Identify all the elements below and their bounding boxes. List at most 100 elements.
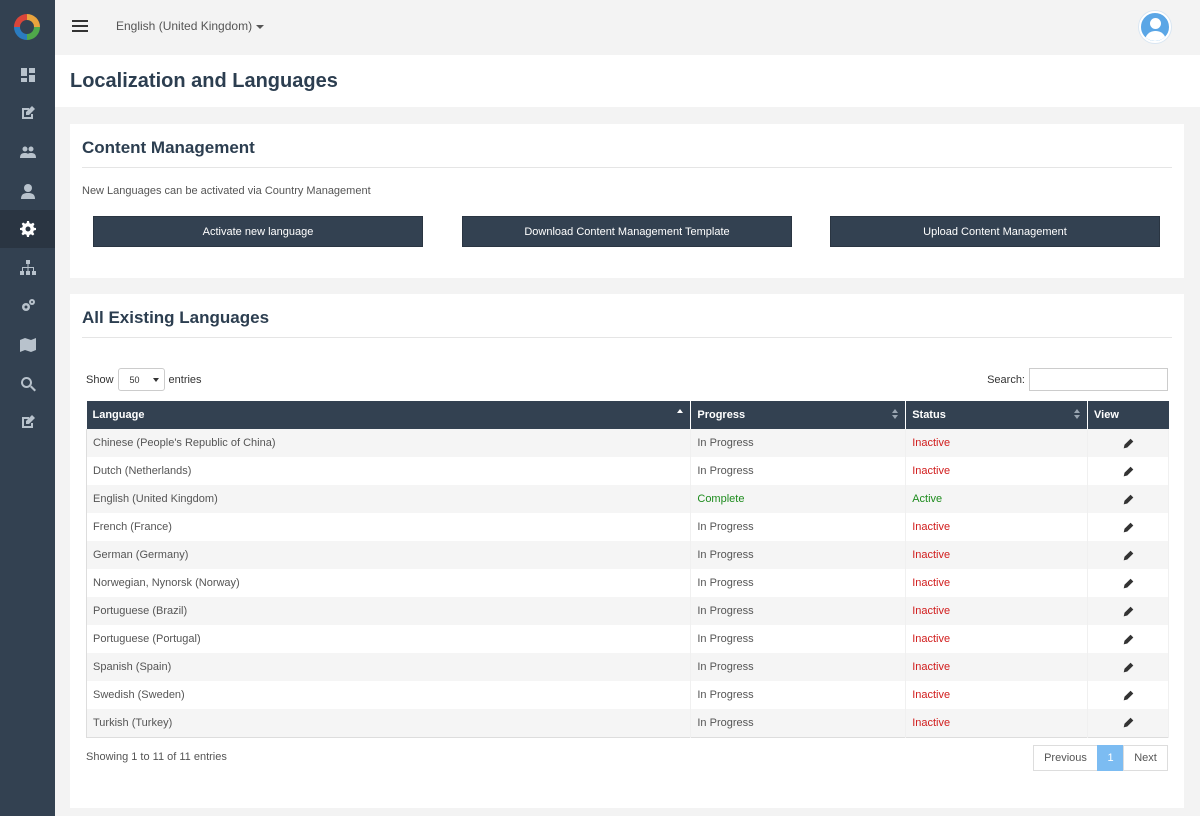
search-input[interactable] xyxy=(1029,368,1168,391)
sort-icon xyxy=(677,409,684,420)
cell-status: Inactive xyxy=(905,625,1089,653)
table-row: Chinese (People's Republic of China) In P… xyxy=(86,429,1169,457)
cell-language: German (Germany) xyxy=(86,541,692,569)
table-row: Portuguese (Brazil) In Progress Inactive xyxy=(86,597,1169,625)
pencil-icon[interactable] xyxy=(1123,550,1134,561)
language-selector[interactable]: English (United Kingdom) xyxy=(116,19,265,33)
info-text: New Languages can be activated via Count… xyxy=(82,185,371,197)
column-header-progress[interactable]: Progress xyxy=(690,401,907,429)
language-selector-label: English (United Kingdom) xyxy=(116,19,253,33)
pencil-icon[interactable] xyxy=(1123,606,1134,617)
cell-status: Inactive xyxy=(905,429,1089,457)
activate-language-button[interactable]: Activate new language xyxy=(93,216,423,247)
topbar: English (United Kingdom) xyxy=(55,0,1200,55)
pencil-icon[interactable] xyxy=(1123,578,1134,589)
languages-heading: All Existing Languages xyxy=(82,308,270,327)
cell-progress: In Progress xyxy=(690,653,907,681)
cell-language: French (France) xyxy=(86,513,692,541)
search-label: Search: xyxy=(987,373,1025,386)
table-row: German (Germany) In Progress Inactive xyxy=(86,541,1169,569)
sidebar-item-users[interactable] xyxy=(0,133,55,171)
edit-icon xyxy=(21,106,35,119)
next-page-button[interactable]: Next xyxy=(1123,745,1168,771)
table-body: Chinese (People's Republic of China) In P… xyxy=(86,429,1169,737)
sidebar-item-sitemap[interactable] xyxy=(0,249,55,287)
user-icon xyxy=(20,184,35,199)
pagination: Previous 1 Next xyxy=(1033,745,1168,771)
cell-view xyxy=(1087,597,1169,625)
map-icon xyxy=(19,338,36,352)
cell-view xyxy=(1087,569,1169,597)
sitemap-icon xyxy=(19,260,36,275)
cell-status: Inactive xyxy=(905,457,1089,485)
table-row: Swedish (Sweden) In Progress Inactive xyxy=(86,681,1169,709)
pencil-icon[interactable] xyxy=(1123,494,1134,505)
divider xyxy=(82,167,1172,168)
pencil-icon[interactable] xyxy=(1123,690,1134,701)
search-icon xyxy=(20,377,36,392)
menu-toggle-icon[interactable] xyxy=(72,20,88,34)
avatar[interactable] xyxy=(1139,11,1171,43)
pencil-icon[interactable] xyxy=(1123,466,1134,477)
table-row: French (France) In Progress Inactive xyxy=(86,513,1169,541)
download-template-button[interactable]: Download Content Management Template xyxy=(462,216,792,247)
cell-status: Inactive xyxy=(905,597,1089,625)
cell-status: Inactive xyxy=(905,541,1089,569)
cell-progress: In Progress xyxy=(690,429,907,457)
cell-status: Inactive xyxy=(905,709,1089,737)
users-icon xyxy=(19,146,36,158)
entries-select[interactable]: 50 xyxy=(117,368,165,391)
column-header-status[interactable]: Status xyxy=(905,401,1089,429)
sidebar-item-map[interactable] xyxy=(0,326,55,364)
pencil-icon[interactable] xyxy=(1123,522,1134,533)
cell-status: Active xyxy=(905,485,1089,513)
sidebar-item-search[interactable] xyxy=(0,365,55,403)
entries-value: 50 xyxy=(129,374,140,385)
content-management-panel: Content Management New Languages can be … xyxy=(70,124,1184,278)
table-row: Dutch (Netherlands) In Progress Inactive xyxy=(86,457,1169,485)
gear-icon xyxy=(19,221,36,237)
sort-icon xyxy=(1074,409,1081,420)
pencil-icon[interactable] xyxy=(1123,438,1134,449)
cell-view xyxy=(1087,513,1169,541)
page-1-button[interactable]: 1 xyxy=(1097,745,1124,771)
cell-language: Swedish (Sweden) xyxy=(86,681,692,709)
pencil-icon[interactable] xyxy=(1123,662,1134,673)
sort-icon xyxy=(892,409,899,420)
cell-view xyxy=(1087,681,1169,709)
cell-view xyxy=(1087,429,1169,457)
cell-view xyxy=(1087,541,1169,569)
cell-view xyxy=(1087,485,1169,513)
table-search: Search: xyxy=(987,368,1168,391)
sidebar-item-settings[interactable] xyxy=(0,210,55,248)
sidebar-item-advanced-settings[interactable] xyxy=(0,287,55,325)
table-row: Spanish (Spain) In Progress Inactive xyxy=(86,653,1169,681)
sidebar-item-user[interactable] xyxy=(0,172,55,210)
app-logo[interactable] xyxy=(14,14,40,40)
sidebar-item-edit[interactable] xyxy=(0,94,55,132)
table-row: English (United Kingdom) Complete Active xyxy=(86,485,1169,513)
cell-progress: In Progress xyxy=(690,625,907,653)
sidebar xyxy=(0,0,55,816)
column-header-view: View xyxy=(1094,409,1119,421)
table-row: Turkish (Turkey) In Progress Inactive xyxy=(86,709,1169,737)
gears-icon xyxy=(21,299,35,311)
cell-language: Norwegian, Nynorsk (Norway) xyxy=(86,569,692,597)
edit-icon xyxy=(21,415,35,428)
sidebar-item-dashboard[interactable] xyxy=(0,56,55,94)
show-label: Show xyxy=(86,373,114,386)
column-header-language[interactable]: Language xyxy=(86,401,692,429)
cell-progress: Complete xyxy=(690,485,907,513)
content-management-heading: Content Management xyxy=(82,138,255,157)
cell-language: Dutch (Netherlands) xyxy=(86,457,692,485)
previous-page-button[interactable]: Previous xyxy=(1033,745,1098,771)
caret-down-icon xyxy=(256,24,265,29)
upload-content-button[interactable]: Upload Content Management xyxy=(830,216,1160,247)
cell-status: Inactive xyxy=(905,653,1089,681)
table-row: Portuguese (Portugal) In Progress Inactive xyxy=(86,625,1169,653)
sidebar-item-edit-2[interactable] xyxy=(0,403,55,441)
cell-language: Portuguese (Brazil) xyxy=(86,597,692,625)
pencil-icon[interactable] xyxy=(1123,717,1134,728)
pencil-icon[interactable] xyxy=(1123,634,1134,645)
cell-language: Portuguese (Portugal) xyxy=(86,625,692,653)
